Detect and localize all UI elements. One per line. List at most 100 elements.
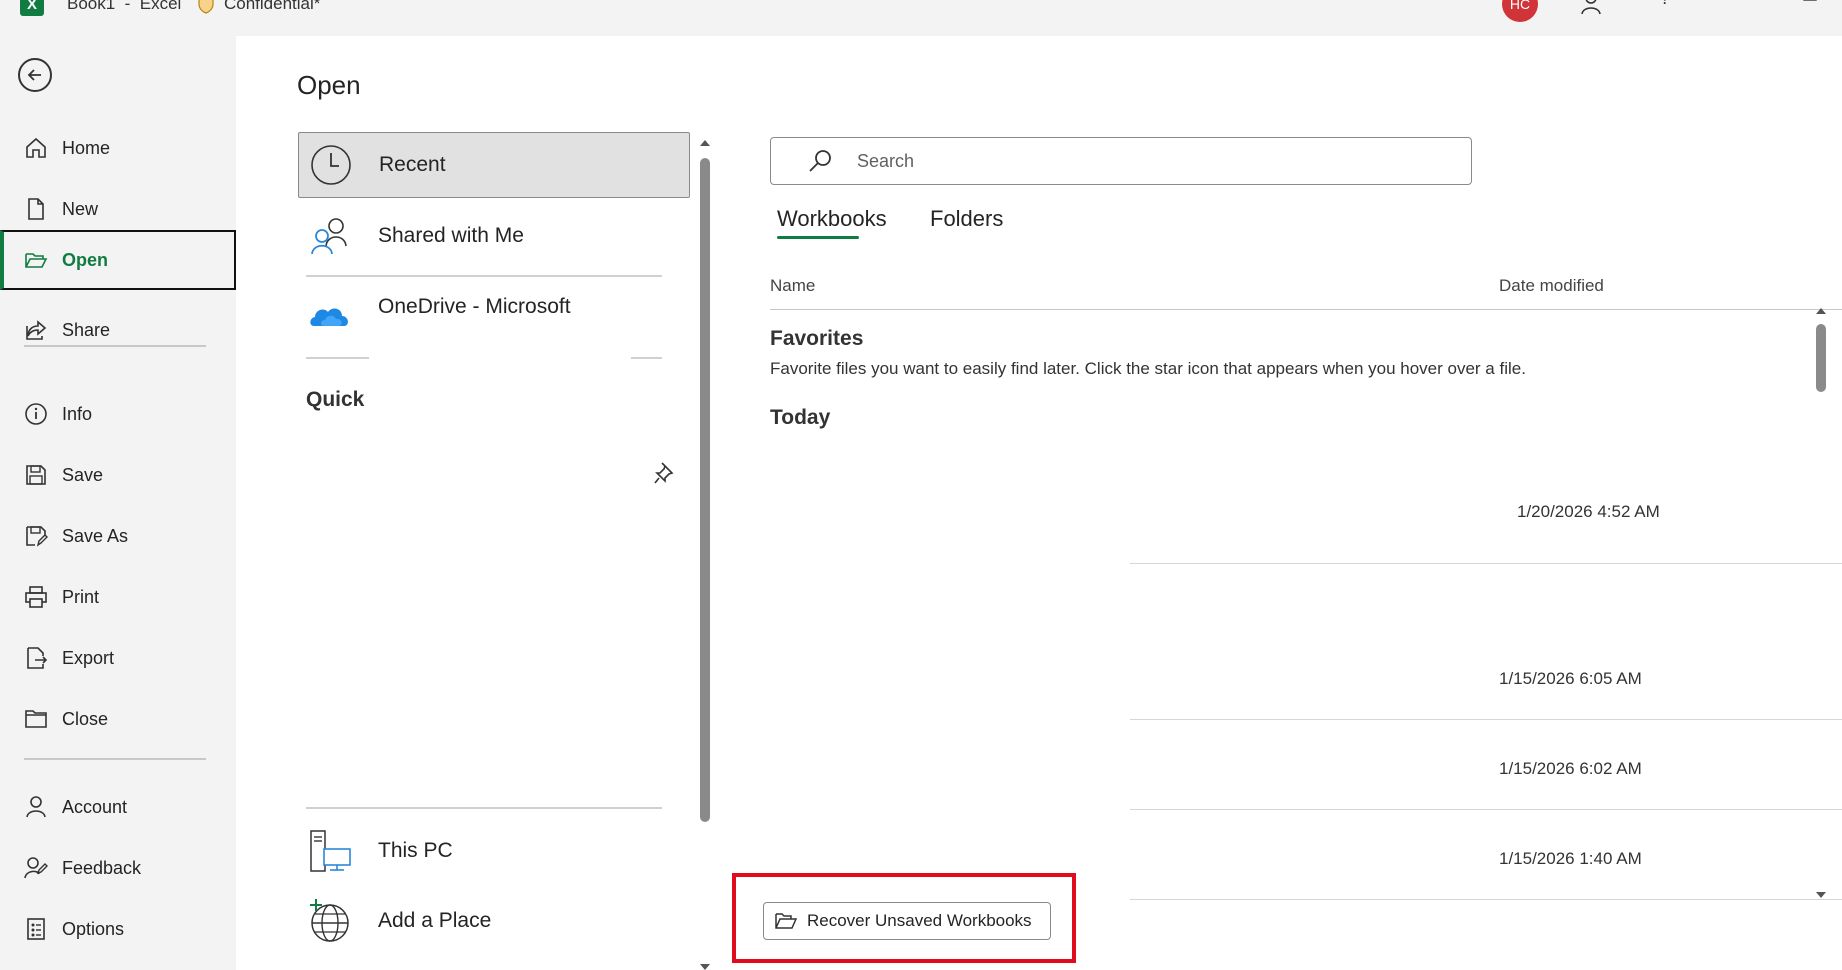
clock-icon bbox=[311, 145, 351, 185]
location-label: Shared with Me bbox=[378, 224, 524, 247]
open-panel: Open Recent Shared with Me OneDrive - Mi… bbox=[236, 36, 1842, 970]
nav-label: Print bbox=[62, 586, 100, 607]
search-icon bbox=[809, 150, 831, 172]
scroll-up-icon[interactable] bbox=[698, 136, 712, 150]
options-icon bbox=[27, 918, 45, 940]
nav-save-as[interactable]: Save As bbox=[0, 508, 236, 564]
nav-label: Open bbox=[62, 249, 109, 270]
nav-label: Feedback bbox=[62, 857, 142, 878]
window-title: Book1 - Excel bbox=[67, 0, 182, 13]
location-shared[interactable]: Shared with Me bbox=[298, 203, 690, 269]
search-input[interactable] bbox=[857, 148, 1437, 174]
restore-icon[interactable] bbox=[1796, 0, 1824, 16]
page-title: Open bbox=[297, 70, 361, 100]
location-this-pc[interactable]: This PC bbox=[298, 818, 690, 884]
nav-save[interactable]: Save bbox=[0, 447, 236, 503]
scroll-up-icon[interactable] bbox=[1814, 304, 1828, 318]
title-bar: X Book1 - Excel Confidential* HC ? bbox=[0, 0, 1842, 36]
header-divider bbox=[770, 309, 1842, 310]
location-divider bbox=[306, 807, 662, 809]
scroll-down-icon[interactable] bbox=[1814, 888, 1828, 902]
location-label: Add a Place bbox=[378, 909, 492, 932]
locations-scrollbar[interactable] bbox=[698, 136, 712, 970]
info-icon bbox=[25, 403, 47, 425]
file-date: 1/15/2026 6:02 AM bbox=[1499, 759, 1642, 778]
pin-icon[interactable] bbox=[653, 460, 677, 486]
nav-divider bbox=[24, 758, 206, 760]
nav-account[interactable]: Account bbox=[0, 779, 236, 835]
nav-feedback[interactable]: Feedback bbox=[0, 840, 236, 896]
avatar[interactable]: HC bbox=[1502, 0, 1538, 22]
scroll-thumb[interactable] bbox=[1816, 324, 1826, 392]
print-icon bbox=[25, 586, 47, 608]
nav-export[interactable]: Export bbox=[0, 630, 236, 686]
location-label: This PC bbox=[378, 839, 453, 862]
new-file-icon bbox=[28, 198, 44, 220]
feedback-icon bbox=[24, 857, 48, 879]
svg-text:?: ? bbox=[1660, 0, 1670, 8]
nav-label: Save As bbox=[62, 525, 129, 546]
coauthor-icon[interactable] bbox=[1580, 0, 1608, 16]
shared-people-icon bbox=[311, 218, 347, 255]
account-icon bbox=[26, 796, 46, 818]
nav-label: Save bbox=[62, 464, 104, 485]
shield-icon bbox=[198, 0, 214, 14]
share-icon bbox=[26, 320, 47, 340]
favorites-heading: Favorites bbox=[770, 327, 864, 350]
nav-print[interactable]: Print bbox=[0, 569, 236, 625]
nav-info[interactable]: Info bbox=[0, 386, 236, 442]
location-add-place[interactable]: Add a Place bbox=[298, 888, 690, 954]
nav-divider bbox=[24, 345, 206, 347]
save-icon bbox=[26, 465, 46, 485]
excel-logo-icon: X bbox=[20, 0, 44, 16]
column-name-header[interactable]: Name bbox=[770, 276, 815, 296]
back-button[interactable] bbox=[18, 58, 52, 92]
close-folder-icon bbox=[25, 710, 47, 728]
nav-label: Info bbox=[62, 403, 93, 424]
backstage-nav: Home New Open Share Info Save Save As Pr… bbox=[0, 36, 236, 970]
tab-folders[interactable]: Folders bbox=[930, 206, 1003, 232]
help-icon[interactable]: ? bbox=[1652, 0, 1680, 16]
arrow-left-icon bbox=[27, 69, 41, 81]
sensitivity-label[interactable]: Confidential* bbox=[224, 0, 320, 14]
nav-share[interactable]: Share bbox=[0, 302, 236, 358]
location-label: Recent bbox=[379, 153, 446, 176]
today-heading: Today bbox=[770, 406, 831, 429]
nav-label: Share bbox=[62, 319, 111, 340]
nav-label: Account bbox=[62, 796, 128, 817]
nav-label: Home bbox=[62, 137, 111, 158]
save-as-icon bbox=[26, 526, 48, 547]
redacted-region bbox=[752, 476, 1130, 926]
scroll-down-icon[interactable] bbox=[698, 960, 712, 970]
globe-add-icon bbox=[310, 899, 349, 942]
file-date: 1/20/2026 4:52 AM bbox=[1517, 502, 1660, 521]
nav-options[interactable]: Options bbox=[0, 901, 236, 957]
nav-open[interactable]: Open bbox=[0, 230, 236, 290]
this-pc-icon bbox=[310, 830, 351, 872]
nav-label: Options bbox=[62, 918, 125, 939]
nav-label: Export bbox=[62, 647, 115, 668]
home-icon bbox=[26, 137, 46, 158]
nav-close[interactable]: Close bbox=[0, 691, 236, 747]
location-recent[interactable]: Recent bbox=[298, 132, 690, 198]
redacted-region bbox=[369, 330, 631, 792]
file-date: 1/15/2026 1:40 AM bbox=[1499, 849, 1642, 868]
favorites-description: Favorite files you want to easily find l… bbox=[770, 359, 1526, 378]
tab-workbooks[interactable]: Workbooks bbox=[777, 206, 887, 232]
scroll-thumb[interactable] bbox=[700, 158, 710, 822]
nav-new[interactable]: New bbox=[0, 181, 236, 237]
column-date-header[interactable]: Date modified bbox=[1499, 276, 1604, 296]
location-divider bbox=[306, 275, 662, 277]
nav-label: Close bbox=[62, 708, 109, 729]
quick-access-heading: Quick bbox=[306, 388, 365, 411]
search-field[interactable] bbox=[770, 137, 1472, 185]
nav-label: New bbox=[62, 198, 99, 219]
file-date: 1/15/2026 6:05 AM bbox=[1499, 669, 1642, 688]
tab-active-indicator bbox=[777, 236, 859, 239]
file-list-scrollbar[interactable] bbox=[1814, 304, 1828, 904]
minimize-icon[interactable] bbox=[1724, 0, 1752, 16]
nav-home[interactable]: Home bbox=[0, 120, 236, 176]
export-icon bbox=[27, 647, 48, 669]
open-folder-icon bbox=[25, 253, 48, 268]
location-label: OneDrive - Microsoft bbox=[378, 295, 571, 318]
